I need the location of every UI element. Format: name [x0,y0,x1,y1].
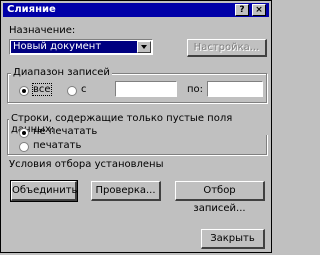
dropdown-arrow-button[interactable] [137,41,151,53]
close-button[interactable]: Закрыть [201,229,265,249]
range-from-input[interactable] [115,81,177,97]
no-print-radio[interactable] [19,128,29,138]
print-label[interactable]: печатать [33,140,81,151]
purpose-select[interactable]: Новый документ [9,39,153,55]
range-all-label[interactable]: все [32,83,52,96]
purpose-label: Назначение: [9,25,76,36]
range-to-label: по: [187,84,204,95]
check-button[interactable]: Проверка... [91,181,161,201]
range-from-radio[interactable] [67,86,77,96]
merge-button[interactable]: Объединить [10,180,78,202]
range-to-input[interactable] [207,81,263,97]
setup-button[interactable]: Настройка... [187,39,267,57]
query-options-button[interactable]: Отбор записей... [175,181,265,214]
window-title: Слияние [7,4,56,15]
merge-dialog: Слияние ? × Назначение: Новый документ Н… [0,0,272,253]
no-print-label[interactable]: не печатать [33,126,97,137]
title-bar: Слияние ? × [3,3,269,17]
close-icon[interactable]: × [252,4,266,16]
range-all-radio[interactable] [19,86,29,96]
status-text: Условия отбора установлены [9,159,164,170]
range-label: Диапазон записей [11,67,112,78]
chevron-down-icon [141,45,147,49]
help-button[interactable]: ? [235,4,249,16]
range-from-label[interactable]: с [81,84,87,95]
purpose-selected-value: Новый документ [11,41,137,53]
print-radio[interactable] [19,142,29,152]
